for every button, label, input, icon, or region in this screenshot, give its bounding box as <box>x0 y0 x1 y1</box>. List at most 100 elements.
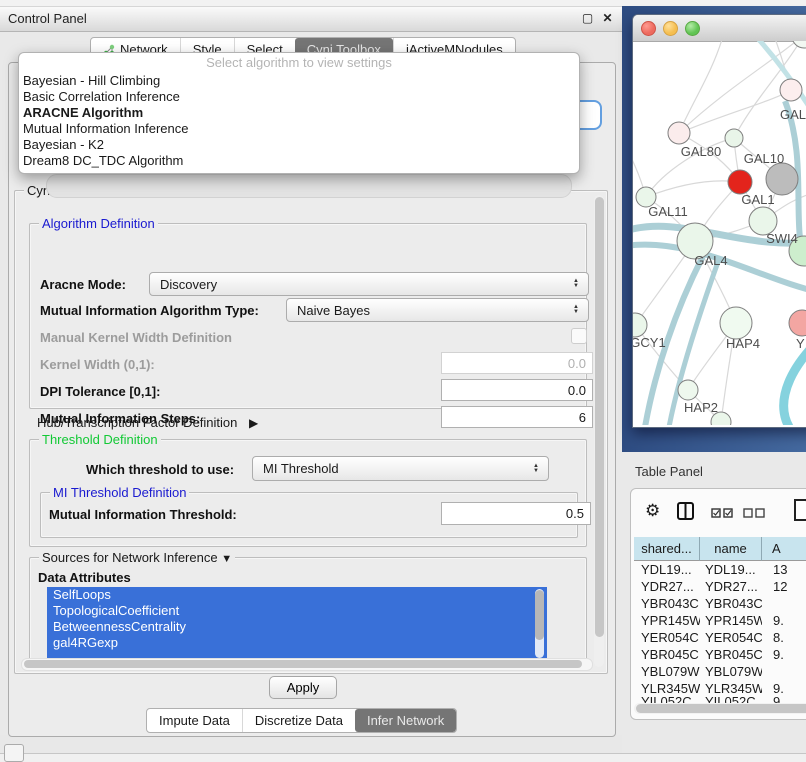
kernel-width-label: Kernel Width (0,1): <box>40 357 155 372</box>
mi-threshold-field[interactable]: 0.5 <box>441 502 591 525</box>
table-cell: YBR045C <box>700 646 762 663</box>
algorithm-option[interactable]: Mutual Information Inference <box>19 121 579 137</box>
network-node[interactable] <box>789 310 806 336</box>
table-row[interactable]: YDL19... YDL19... 13 <box>634 561 806 578</box>
algorithm-definition-group: Algorithm Definition Aracne Mode: Discov… <box>29 223 587 409</box>
which-threshold-combobox[interactable]: MI Threshold ▲▼ <box>252 456 549 481</box>
zoom-window-icon[interactable] <box>685 21 700 36</box>
which-threshold-value: MI Threshold <box>253 461 528 476</box>
attributes-vscrollbar[interactable] <box>535 589 544 658</box>
kernel-width-value: 0.0 <box>568 356 586 371</box>
collapse-down-icon[interactable]: ▼ <box>221 553 232 565</box>
column-header[interactable]: shared... <box>634 537 700 561</box>
algorithm-option[interactable]: Dream8 DC_TDC Algorithm <box>19 153 579 169</box>
document-icon[interactable] <box>793 499 806 524</box>
network-node[interactable] <box>720 307 752 339</box>
minimize-window-icon[interactable] <box>663 21 678 36</box>
sources-title-wrap: Sources for Network Inference ▼ <box>39 550 235 565</box>
settings-vscrollbar[interactable] <box>594 195 604 667</box>
table-row[interactable]: YBL079W YBL079W <box>634 663 806 680</box>
table-cell: YDR27... <box>700 578 762 595</box>
tab-impute-data[interactable]: Impute Data <box>147 709 242 732</box>
table-cell: YBR043C <box>700 595 762 612</box>
select-all-checkboxes-icon[interactable] <box>711 506 733 521</box>
table-row[interactable]: YBR043C YBR043C <box>634 595 806 612</box>
table-cell: 9. <box>762 646 806 663</box>
aracne-mode-combobox[interactable]: Discovery ▲▼ <box>149 272 589 296</box>
node-label: SWI4 <box>766 231 798 246</box>
algorithm-definition-title: Algorithm Definition <box>39 216 158 231</box>
algorithm-option[interactable]: Basic Correlation Inference <box>19 89 579 105</box>
table-row[interactable]: YLR345W YLR345W 9. <box>634 680 806 697</box>
network-node[interactable] <box>668 122 690 144</box>
gear-icon[interactable]: ⚙ <box>645 501 660 521</box>
network-node-red[interactable] <box>728 170 752 194</box>
table-cell: YDR27... <box>634 578 700 595</box>
hub-definition-expander[interactable]: Hub/Transcription Factor Definition ▶ <box>37 415 258 430</box>
expand-right-icon: ▶ <box>249 416 258 430</box>
mi-type-combobox[interactable]: Naive Bayes ▲▼ <box>286 298 589 322</box>
apply-button[interactable]: Apply <box>269 676 337 699</box>
algorithm-popup: Select algorithm to view settings Bayesi… <box>18 52 580 174</box>
panel-corner-button[interactable] <box>4 744 24 762</box>
table-cell: 8. <box>762 629 806 646</box>
table-cell: YBL079W <box>634 663 700 680</box>
algorithm-option[interactable]: Bayesian - K2 <box>19 137 579 153</box>
network-node[interactable] <box>633 313 647 337</box>
table-cell <box>762 595 806 612</box>
attribute-item[interactable]: gal4RGexp <box>47 635 547 651</box>
mi-threshold-definition-title: MI Threshold Definition <box>50 485 189 500</box>
close-panel-icon[interactable]: ✕ <box>600 11 615 26</box>
table-row[interactable]: YBR045C YBR045C 9. <box>634 646 806 663</box>
network-node[interactable] <box>766 163 798 195</box>
tab-discretize-data[interactable]: Discretize Data <box>242 709 355 732</box>
mi-steps-value: 6 <box>579 410 586 425</box>
mi-steps-field[interactable]: 6 <box>441 406 593 428</box>
network-window[interactable]: GAL GAL80 GAL10 GAL1 GAL11 GAL4 SWI4 GCY… <box>632 14 806 428</box>
table-cell: YPR145W <box>700 612 762 629</box>
table-row[interactable]: YPR145W YPR145W 9. <box>634 612 806 629</box>
settings-hscrollbar-thumb[interactable] <box>24 660 582 668</box>
cyni-bottom-tabs: Impute Data Discretize Data Infer Networ… <box>146 708 457 733</box>
table-row[interactable]: YDR27... YDR27... 12 <box>634 578 806 595</box>
network-node[interactable] <box>780 79 802 101</box>
manual-kernel-checkbox[interactable] <box>571 328 587 344</box>
table-hscrollbar[interactable] <box>634 703 806 714</box>
node-label: GAL10 <box>744 151 784 166</box>
network-edge <box>646 181 740 197</box>
settings-hscrollbar[interactable] <box>21 658 593 671</box>
sources-group: Sources for Network Inference ▼ Data Att… <box>29 557 587 670</box>
float-window-icon[interactable]: ▢ <box>580 11 595 26</box>
column-header[interactable]: name <box>700 537 762 561</box>
network-canvas[interactable]: GAL GAL80 GAL10 GAL1 GAL11 GAL4 SWI4 GCY… <box>633 41 806 425</box>
table-cell: 13 <box>762 561 806 578</box>
algorithm-option-selected[interactable]: ARACNE Algorithm <box>19 105 579 121</box>
attribute-item[interactable]: BetweennessCentrality <box>47 619 547 635</box>
table-cell: YLR345W <box>634 680 700 697</box>
network-window-titlebar[interactable] <box>633 15 806 42</box>
attribute-item[interactable]: TopologicalCoefficient <box>47 603 547 619</box>
dpi-tolerance-field[interactable]: 0.0 <box>441 379 593 401</box>
mi-type-label: Mutual Information Algorithm Type: <box>40 303 259 318</box>
table-panel-area: Table Panel ⚙ sh <box>622 452 806 762</box>
network-edge <box>679 90 791 133</box>
settings-vscrollbar-thumb[interactable] <box>595 197 604 637</box>
table-hscrollbar-thumb[interactable] <box>636 704 806 713</box>
control-panel-title: Control Panel <box>8 11 87 26</box>
network-node[interactable] <box>725 129 743 147</box>
kernel-width-field[interactable]: 0.0 <box>441 352 593 374</box>
columns-icon[interactable] <box>677 502 694 523</box>
attributes-vscrollbar-thumb[interactable] <box>535 590 544 640</box>
table-row[interactable]: YER054C YER054C 8. <box>634 629 806 646</box>
algorithm-option[interactable]: Bayesian - Hill Climbing <box>19 73 579 89</box>
tab-infer-network[interactable]: Infer Network <box>355 709 456 732</box>
data-attributes-list: SelfLoops TopologicalCoefficient Between… <box>47 587 547 660</box>
network-node[interactable] <box>792 41 806 48</box>
close-window-icon[interactable] <box>641 21 656 36</box>
obscured-combobox[interactable] <box>46 174 572 198</box>
deselect-all-checkboxes-icon[interactable] <box>743 506 765 521</box>
column-header[interactable]: A <box>762 537 806 561</box>
attribute-item[interactable]: SelfLoops <box>47 587 547 603</box>
network-node[interactable] <box>678 380 698 400</box>
node-label: GAL4 <box>694 253 727 268</box>
